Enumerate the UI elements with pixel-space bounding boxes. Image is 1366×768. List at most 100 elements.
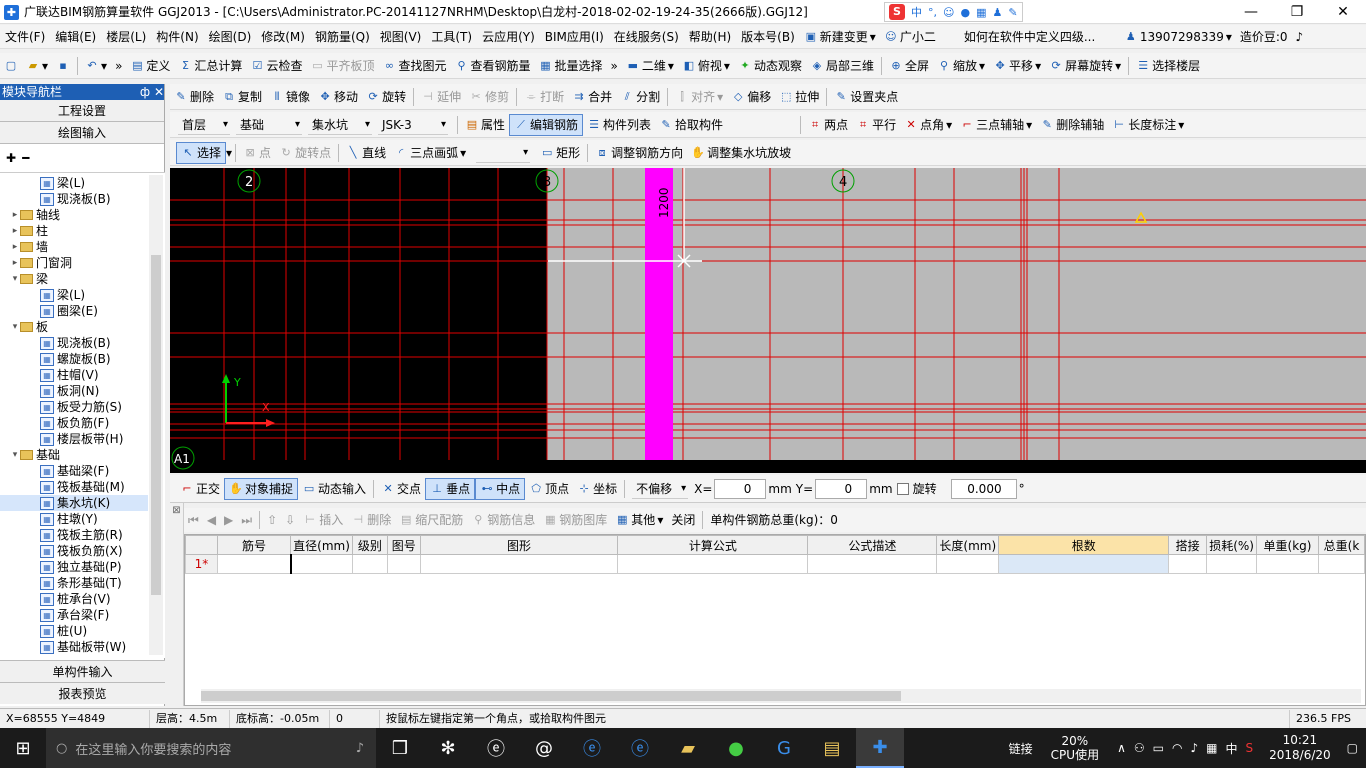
volume-icon[interactable]: ♪ (1190, 741, 1198, 755)
select-floor-button[interactable]: ☰ 选择楼层 (1132, 55, 1204, 77)
cell-unit-weight[interactable] (1256, 554, 1319, 574)
edge-icon[interactable]: ⓔ (472, 728, 520, 768)
undo-button[interactable]: ↶ ▾ (81, 55, 111, 77)
keyboard-icon[interactable]: ▦ (976, 6, 986, 19)
floor-select[interactable]: 首层 (178, 115, 230, 135)
adjust-rebar-direction-button[interactable]: ⧈ 调整钢筋方向 (591, 142, 687, 164)
cell-formula[interactable] (617, 554, 809, 574)
cell-shape[interactable] (419, 554, 619, 574)
question-link[interactable]: 如何在软件中定义四级... (960, 26, 1120, 48)
drawing-input-button[interactable]: 绘图输入 (0, 122, 164, 144)
sogou-tray-icon[interactable]: S (1246, 741, 1254, 755)
rotate-point-button[interactable]: ↻ 旋转点 (275, 142, 335, 164)
notes-app-icon[interactable]: ▤ (808, 728, 856, 768)
tree-item[interactable]: ▦ 集水坑(K) (0, 495, 148, 511)
tree-folder[interactable]: ▸ 门窗洞 (0, 255, 148, 271)
set-grip-button[interactable]: ✎ 设置夹点 (830, 86, 902, 108)
col-loss[interactable]: 损耗(%) (1206, 535, 1258, 555)
align-dropdown[interactable]: ⫿ 对齐 ▾ (671, 86, 727, 108)
offset-button[interactable]: ◇ 偏移 (727, 86, 775, 108)
tree-item[interactable]: ▦ 梁(L) (0, 287, 148, 303)
prev-record-button[interactable]: ◀ (203, 509, 220, 531)
cell-loss[interactable] (1206, 554, 1258, 574)
cell-formula-desc[interactable] (807, 554, 938, 574)
row-label[interactable]: 1* (185, 554, 218, 574)
break-button[interactable]: ⌯ 打断 (520, 86, 568, 108)
line-button[interactable]: ╲ 直线 (342, 142, 390, 164)
emoji-icon[interactable]: ☺ (943, 6, 954, 19)
define-button[interactable]: ▤ 定义 (126, 55, 174, 77)
insert-button[interactable]: ⊢ 插入 (299, 509, 347, 531)
menu-bim[interactable]: BIM应用(I) (540, 25, 609, 48)
col-lap[interactable]: 搭接 (1168, 535, 1208, 555)
midpoint-snap[interactable]: ⊷ 中点 (475, 477, 526, 500)
fullscreen-button[interactable]: ⊕ 全屏 (885, 55, 933, 77)
green-app-icon[interactable]: ● (712, 728, 760, 768)
adjust-pit-slope-button[interactable]: ✋ 调整集水坑放坡 (687, 142, 795, 164)
zoom-dropdown[interactable]: ⚲ 缩放 ▾ (933, 55, 989, 77)
tree-folder[interactable]: ▸ 柱 (0, 223, 148, 239)
type-select[interactable]: 集水坑 (308, 115, 372, 135)
collapse-all-icon[interactable]: ━ (22, 151, 29, 165)
rotate-input[interactable]: 0.000 (950, 478, 1017, 499)
account-button[interactable]: ♟ 13907298339 ▾ (1120, 26, 1236, 48)
last-record-button[interactable]: ⏭ (237, 509, 256, 531)
trim-button[interactable]: ✂ 修剪 (465, 86, 513, 108)
clock[interactable]: 10:21 2018/6/20 (1269, 733, 1331, 763)
glodon-app-icon[interactable]: ✚ (856, 728, 904, 768)
col-unit-weight[interactable]: 单重(kg) (1256, 535, 1319, 555)
tree-scrollbar[interactable] (149, 175, 163, 655)
scale-rebar-button[interactable]: ▤ 缩尺配筋 (395, 509, 467, 531)
menu-tools[interactable]: 工具(T) (426, 25, 477, 48)
save-button[interactable]: ▪ (52, 55, 74, 77)
menu-draw[interactable]: 绘图(D) (204, 25, 257, 48)
people-icon[interactable]: ⚇ (1134, 741, 1145, 755)
user-icon[interactable]: ♟ (992, 6, 1002, 19)
table-hscrollbar[interactable] (201, 689, 1361, 703)
expand-arrow-icon[interactable]: ▸ (10, 223, 20, 239)
col-diameter[interactable]: 直径(mm) (290, 535, 353, 555)
tree-item[interactable]: ▦ 板受力筋(S) (0, 399, 148, 415)
tree-item[interactable]: ▦ 螺旋板(B) (0, 351, 148, 367)
category-select[interactable]: 基础 (236, 115, 302, 135)
tree-item[interactable]: ▦ 柱帽(V) (0, 367, 148, 383)
col-length[interactable]: 长度(mm) (936, 535, 1000, 555)
cell-lap[interactable] (1168, 554, 1208, 574)
move-down-button[interactable]: ⇩ (281, 509, 299, 531)
dynamic-view-button[interactable]: ✦ 动态观察 (734, 55, 806, 77)
bell-icon[interactable]: ♪ (1292, 26, 1308, 48)
assistant-button[interactable]: ☺ 广小二 (880, 26, 940, 48)
dynamic-input-toggle[interactable]: ▭ 动态输入 (298, 478, 370, 500)
edge-blue-icon[interactable]: ⓔ (568, 728, 616, 768)
tree-item[interactable]: ▦ 筏板主筋(R) (0, 527, 148, 543)
spiral-app-icon[interactable]: @ (520, 728, 568, 768)
tree-item[interactable]: ▦ 现浇板(B) (0, 335, 148, 351)
minimize-button[interactable]: — (1228, 0, 1274, 23)
x-input[interactable]: 0 (714, 478, 767, 499)
tree-folder[interactable]: ▸ 轴线 (0, 207, 148, 223)
collapse-arrow-icon[interactable]: ▾ (10, 271, 20, 287)
ime-tray[interactable]: 中 (1225, 740, 1237, 757)
col-formula[interactable]: 计算公式 (617, 535, 809, 555)
point-angle-dropdown[interactable]: ✕ 点角 ▾ (900, 114, 956, 136)
cell-length[interactable] (936, 554, 1000, 574)
tree-item[interactable]: ▦ 基础梁(F) (0, 463, 148, 479)
file-explorer-icon[interactable]: ▰ (664, 728, 712, 768)
menu-help[interactable]: 帮助(H) (684, 25, 736, 48)
parallel-axis-button[interactable]: ⌗ 平行 (852, 114, 900, 136)
y-input[interactable]: 0 (815, 478, 868, 499)
col-grade[interactable]: 级别 (351, 535, 388, 555)
tree-item[interactable]: ▦ 板洞(N) (0, 383, 148, 399)
menu-cloud[interactable]: 云应用(Y) (477, 25, 540, 48)
fan-app-icon[interactable]: ✻ (424, 728, 472, 768)
drawing-canvas[interactable]: 1200 2 3 4 A1 Y X (170, 168, 1366, 473)
new-change-button[interactable]: ▣ 新建变更 ▾ (800, 26, 880, 48)
tree-item[interactable]: ▦ 现浇板(B) (0, 191, 148, 207)
point-button[interactable]: ⊠ 点 (239, 142, 275, 164)
punctuation-icon[interactable]: °, (928, 6, 937, 19)
copy-button[interactable]: ⧉ 复制 (218, 86, 266, 108)
local-3d-button[interactable]: ◈ 局部三维 (806, 55, 878, 77)
cell-figure-no[interactable] (386, 554, 421, 574)
ime-lang[interactable]: 中 (911, 4, 922, 20)
cell-count[interactable] (998, 554, 1170, 574)
